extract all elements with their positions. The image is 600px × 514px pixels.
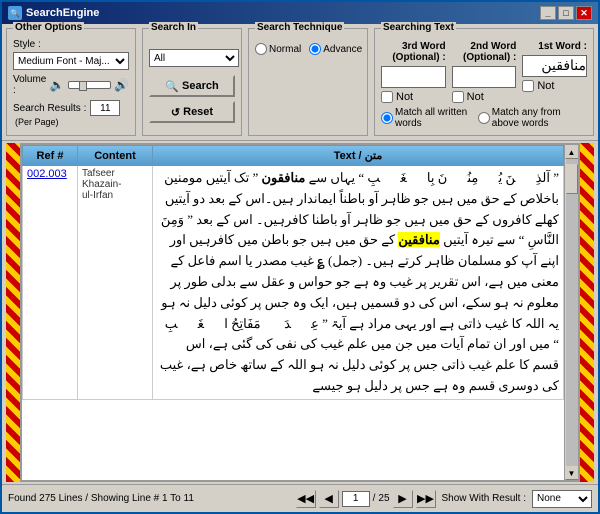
show-result-label: Show With Result : [442,493,526,504]
searching-text-label: Searching Text [381,22,456,33]
highlighted-word-1: منافقون [261,170,305,185]
show-result-select[interactable]: None [532,490,592,508]
prev-page-button[interactable]: ◀ [319,490,339,508]
word3-input[interactable] [381,66,446,88]
search-icon: 🔍 [165,80,179,93]
search-results-label: Search Results : [13,103,86,114]
window-controls: _ □ ✕ [540,6,592,20]
other-options-panel: Other Options Style : Medium Font - Maj.… [6,28,136,136]
search-technique-label: Search Technique [255,22,344,33]
results-table: Ref # Content Text / متن 002.003 [22,145,564,400]
word1-col: 1st Word : Not [522,41,587,103]
app-icon: 🔍 [8,6,22,20]
speaker-icon-left: 🔈 [50,78,65,92]
highlighted-word-2: منافقین [398,232,439,247]
reset-icon: ↺ [171,106,180,119]
table-header-row: Ref # Content Text / متن [23,146,564,166]
diamond-border-right [580,143,594,482]
technique-radio-row: Normal Advance [255,43,361,55]
advance-radio[interactable] [309,43,321,55]
match-radio-row: Match all written words Match any from a… [381,107,587,129]
reset-button[interactable]: ↺ Reset [149,101,235,123]
content-area: Ref # Content Text / متن 002.003 [2,141,598,484]
not1-checkbox[interactable] [522,80,534,92]
close-button[interactable]: ✕ [576,6,592,20]
word1-input[interactable] [522,55,587,77]
scroll-track[interactable] [566,159,578,466]
text-cell: ” آلذِیۡنَ یُؤۡمِنُوۡنَ بِالۡغَیۡبِ “ یہ… [153,166,564,400]
search-button[interactable]: 🔍 Search [149,75,235,97]
style-select[interactable]: Medium Font - Maj... [13,52,129,70]
scroll-down-arrow[interactable]: ▼ [565,466,579,480]
word2-col: 2nd Word (Optional) : Not [452,41,517,103]
table-with-borders: Ref # Content Text / متن 002.003 [6,143,594,482]
content-cell: Tafseer Khazain- ul-Irfan [78,166,153,400]
word2-label: 2nd Word (Optional) : [452,41,517,63]
not2-checkbox[interactable] [452,91,464,103]
word-columns: 3rd Word (Optional) : Not 2nd Word (Opti… [381,41,587,103]
not3-row: Not [381,91,446,103]
volume-slider[interactable] [68,81,111,89]
status-bar: Found 275 Lines / Showing Line # 1 To 11… [2,484,598,512]
volume-label: Volume : [13,74,47,96]
next-page-button[interactable]: ▶ [393,490,413,508]
col-header-ref: Ref # [23,146,78,166]
ref-link[interactable]: 002.003 [27,168,67,180]
word1-label: 1st Word : [522,41,587,52]
minimize-button[interactable]: _ [540,6,556,20]
match-all-label[interactable]: Match all written words [381,107,470,129]
window-title: SearchEngine [26,7,99,19]
vertical-scrollbar[interactable]: ▲ ▼ [564,145,578,480]
status-text: Found 275 Lines / Showing Line # 1 To 11 [8,493,290,504]
word3-label: 3rd Word (Optional) : [381,41,446,63]
last-page-button[interactable]: ▶▶ [416,490,436,508]
table-row: 002.003 Tafseer Khazain- ul-Irfan ” آلذِ… [23,166,564,400]
first-page-button[interactable]: ◀◀ [296,490,316,508]
normal-radio-label[interactable]: Normal [255,43,301,55]
title-bar: 🔍 SearchEngine _ □ ✕ [2,2,598,24]
table-wrapper: Ref # Content Text / متن 002.003 [20,143,580,482]
not1-row: Not [522,80,587,92]
volume-row: Volume : 🔈 🔊 [13,74,129,96]
not3-checkbox[interactable] [381,91,393,103]
maximize-button[interactable]: □ [558,6,574,20]
search-buttons: 🔍 Search ↺ Reset [149,75,235,123]
speaker-icon-right: 🔊 [114,78,129,92]
normal-radio[interactable] [255,43,267,55]
other-options-label: Other Options [13,22,84,33]
per-page-label: (Per Page) [15,117,129,127]
title-bar-left: 🔍 SearchEngine [8,6,99,20]
search-in-select[interactable]: All [149,49,239,67]
search-results-row: Search Results : [13,100,129,116]
style-label: Style : [13,39,129,50]
not2-row: Not [452,91,517,103]
table-scroll-area[interactable]: Ref # Content Text / متن 002.003 [22,145,564,480]
search-results-input[interactable] [90,100,120,116]
col-header-content: Content [78,146,153,166]
nav-controls: ◀◀ ◀ / 25 ▶ ▶▶ [296,490,436,508]
toolbar-area: Other Options Style : Medium Font - Maj.… [2,24,598,141]
match-any-label[interactable]: Match any from above words [478,107,587,129]
word2-input[interactable] [452,66,517,88]
match-any-radio[interactable] [478,112,490,124]
scroll-up-arrow[interactable]: ▲ [565,145,579,159]
advance-radio-label[interactable]: Advance [309,43,362,55]
match-all-radio[interactable] [381,112,393,124]
diamond-border-left [6,143,20,482]
search-in-panel: Search In All 🔍 Search ↺ Reset [142,28,242,136]
scroll-thumb[interactable] [566,164,578,194]
main-window: 🔍 SearchEngine _ □ ✕ Other Options Style… [0,0,600,514]
ref-cell: 002.003 [23,166,78,400]
page-input[interactable] [342,491,370,507]
page-total: 25 [378,493,389,504]
page-separator: / [373,493,376,504]
col-header-text: Text / متن [153,146,564,166]
word3-col: 3rd Word (Optional) : Not [381,41,446,103]
search-technique-panel: Search Technique Normal Advance [248,28,368,136]
searching-text-panel: Searching Text 3rd Word (Optional) : Not… [374,28,594,136]
search-in-label: Search In [149,22,198,33]
